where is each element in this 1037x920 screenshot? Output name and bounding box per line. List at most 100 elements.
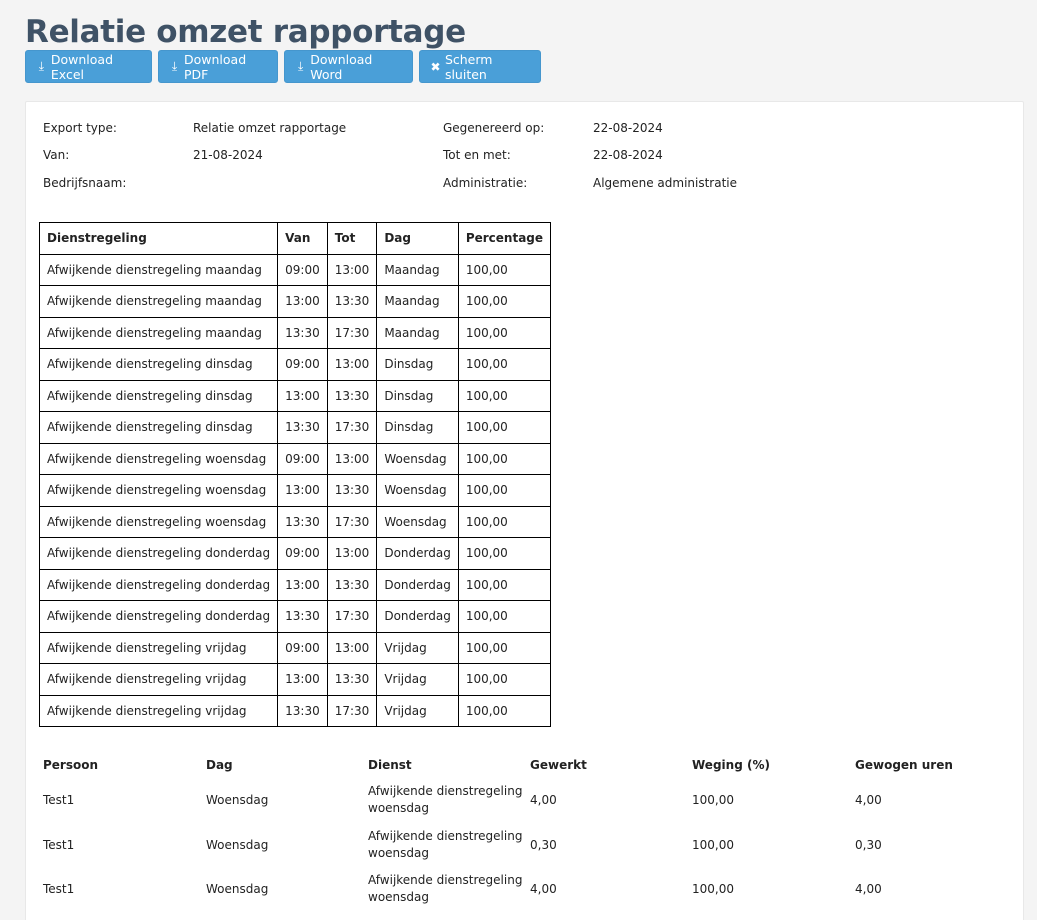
cell-tot: 13:30 [326, 663, 378, 696]
table-row: Afwijkende dienstregeling donderdag 13:30… [38, 600, 552, 633]
cell-tot: 17:30 [326, 600, 378, 633]
cell-percentage: 100,00 [457, 379, 552, 412]
table-row: Afwijkende dienstregeling vrijdag 13:00 13… [38, 663, 552, 696]
cell-tot: 17:30 [326, 505, 378, 538]
cell-percentage: 100,00 [457, 411, 552, 444]
cell-tot: 17:30 [326, 316, 378, 349]
cell-percentage: 100,00 [457, 568, 552, 601]
cell-van: 09:00 [277, 442, 328, 475]
cell-persoon: Test1 [43, 882, 75, 896]
cell-gewogen-uren: 4,00 [855, 882, 882, 896]
cell-tot: 13:00 [326, 631, 378, 664]
cell-dag: Dinsdag [376, 348, 459, 381]
cell-percentage: 100,00 [457, 694, 552, 727]
company-label: Bedrijfsnaam: [43, 176, 127, 190]
close-screen-label: Scherm sluiten [444, 51, 493, 82]
cell-dienst: Afwijkende dienstregeling woensdag [368, 873, 523, 904]
column-header-van: Van [277, 222, 328, 255]
download-word-button[interactable]: ⤓ Download Word [284, 50, 413, 83]
table-row: Afwijkende dienstregeling maandag 09:00 13… [38, 253, 552, 286]
from-label: Van: [43, 148, 70, 162]
table-row: Afwijkende dienstregeling vrijdag 09:00 13… [38, 631, 552, 664]
cell-tot: 13:30 [326, 568, 378, 601]
column-header-gewerkt: Gewerkt [530, 758, 587, 772]
cell-percentage: 100,00 [457, 253, 552, 286]
cell-dienstregeling: Afwijkende dienstregeling donderdag [38, 568, 279, 601]
cell-dag: Maandag [376, 253, 459, 286]
column-header-percentage: Percentage [457, 222, 552, 255]
cell-weging: 100,00 [692, 793, 734, 807]
cell-tot: 13:00 [326, 442, 378, 475]
column-header-gewogen-uren: Gewogen uren [855, 758, 953, 772]
cell-tot: 13:00 [326, 537, 378, 570]
cell-van: 13:00 [277, 474, 328, 507]
page-title: Relatie omzet rapportage [25, 14, 466, 50]
cell-dag: Woensdag [206, 882, 269, 896]
cell-dienstregeling: Afwijkende dienstregeling maandag [38, 253, 279, 286]
cell-dienst: Afwijkende dienstregeling woensdag [368, 784, 523, 815]
table-row: Afwijkende dienstregeling woensdag 09:00 1… [38, 442, 552, 475]
cell-van: 09:00 [277, 253, 328, 286]
cell-gewogen-uren: 4,00 [855, 793, 882, 807]
from-value: 21-08-2024 [193, 148, 263, 162]
cell-van: 13:00 [277, 379, 328, 412]
table-row: Afwijkende dienstregeling donderdag 13:00… [38, 568, 552, 601]
cell-dag: Maandag [376, 285, 459, 318]
cell-van: 13:30 [277, 694, 328, 727]
column-header-dag: Dag [206, 758, 233, 772]
download-icon: ⤓ [38, 59, 45, 73]
cell-tot: 13:30 [326, 379, 378, 412]
cell-van: 13:30 [277, 316, 328, 349]
cell-dienstregeling: Afwijkende dienstregeling woensdag [38, 474, 279, 507]
cell-dienstregeling: Afwijkende dienstregeling dinsdag [38, 348, 279, 381]
cell-dienstregeling: Afwijkende dienstregeling donderdag [38, 537, 279, 570]
cell-dag: Woensdag [376, 474, 459, 507]
table-row: Afwijkende dienstregeling vrijdag 13:30 17… [38, 694, 552, 727]
cell-gewerkt: 4,00 [530, 793, 557, 807]
cell-persoon: Test1 [43, 793, 75, 807]
close-icon: ✖ [430, 59, 441, 74]
table-row: Afwijkende dienstregeling dinsdag 09:00 13… [38, 348, 552, 381]
cell-dienstregeling: Afwijkende dienstregeling vrijdag [38, 631, 279, 664]
table-row: Afwijkende dienstregeling woensdag 13:00 1… [38, 474, 552, 507]
cell-dienstregeling: Afwijkende dienstregeling dinsdag [38, 379, 279, 412]
cell-dienstregeling: Afwijkende dienstregeling donderdag [38, 600, 279, 633]
table-row: Afwijkende dienstregeling dinsdag 13:00 13… [38, 379, 552, 412]
table-row: Afwijkende dienstregeling woensdag 13:30 1… [38, 505, 552, 538]
close-screen-button[interactable]: ✖ Scherm sluiten [419, 50, 541, 83]
generated-value: 22-08-2024 [593, 121, 663, 135]
cell-van: 13:30 [277, 411, 328, 444]
cell-percentage: 100,00 [457, 442, 552, 475]
column-header-persoon: Persoon [43, 758, 99, 772]
download-pdf-button[interactable]: ⤓ Download PDF [158, 50, 278, 83]
download-icon: ⤓ [297, 59, 304, 73]
cell-percentage: 100,00 [457, 537, 552, 570]
cell-van: 09:00 [277, 631, 328, 664]
cell-dienstregeling: Afwijkende dienstregeling maandag [38, 285, 279, 318]
cell-van: 13:30 [277, 505, 328, 538]
column-header-dienstregeling: Dienstregeling [38, 222, 279, 255]
schedule-body: Afwijkende dienstregeling maandag 09:00 13… [38, 253, 552, 727]
cell-percentage: 100,00 [457, 663, 552, 696]
cell-dienstregeling: Afwijkende dienstregeling vrijdag [38, 663, 279, 696]
cell-dienstregeling: Afwijkende dienstregeling woensdag [38, 442, 279, 475]
cell-tot: 13:00 [326, 253, 378, 286]
table-row: Afwijkende dienstregeling maandag 13:30 17… [38, 316, 552, 349]
export-type-label: Export type: [43, 121, 117, 135]
cell-dag: Vrijdag [376, 694, 459, 727]
cell-dienstregeling: Afwijkende dienstregeling vrijdag [38, 694, 279, 727]
table-row: Afwijkende dienstregeling maandag 13:00 13… [38, 285, 552, 318]
cell-percentage: 100,00 [457, 600, 552, 633]
cell-dag: Vrijdag [376, 631, 459, 664]
download-excel-label: Download Excel [50, 51, 114, 82]
cell-gewerkt: 0,30 [530, 837, 557, 852]
download-excel-button[interactable]: ⤓ Download Excel [25, 50, 152, 83]
cell-dienstregeling: Afwijkende dienstregeling dinsdag [38, 411, 279, 444]
administration-label: Administratie: [443, 176, 528, 190]
cell-dienstregeling: Afwijkende dienstregeling woensdag [38, 505, 279, 538]
cell-weging: 100,00 [692, 882, 734, 896]
column-header-dienst: Dienst [368, 758, 412, 772]
cell-percentage: 100,00 [457, 316, 552, 349]
cell-tot: 17:30 [326, 411, 378, 444]
cell-percentage: 100,00 [457, 505, 552, 538]
